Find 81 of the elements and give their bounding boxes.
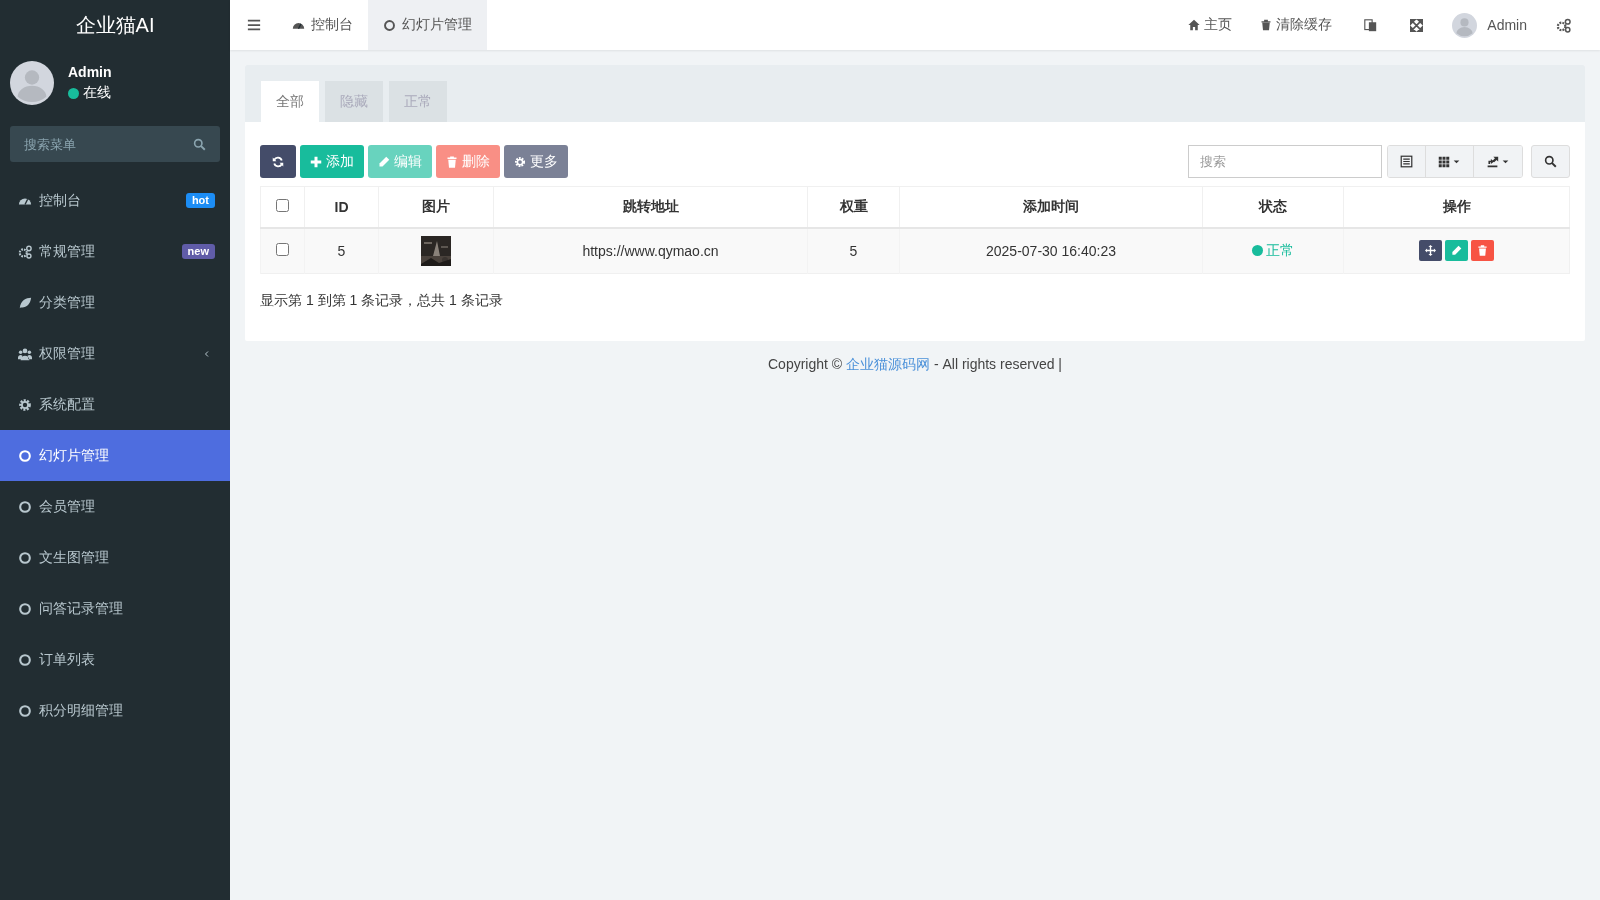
delete-button[interactable]: [1471, 240, 1494, 262]
gear-icon: [18, 397, 32, 412]
menu-item[interactable]: 系统配置: [0, 379, 230, 430]
search-icon: [193, 138, 206, 151]
table-cell: 2025-07-30 16:40:23: [899, 227, 1203, 274]
user-name: Admin: [68, 64, 112, 80]
menu-item[interactable]: 订单列表: [0, 634, 230, 685]
header-link[interactable]: 主页: [1188, 16, 1233, 34]
search-field[interactable]: 搜索菜单: [10, 126, 220, 162]
circle-icon: [18, 703, 32, 718]
menu-item[interactable]: 问答记录管理: [0, 583, 230, 634]
user-status: 在线: [83, 84, 111, 102]
table-cell: 5: [304, 227, 379, 274]
column-header: 操作: [1343, 186, 1570, 228]
more-button[interactable]: 更多: [504, 145, 568, 178]
filter-tab[interactable]: 全部: [261, 81, 319, 122]
user-menu[interactable]: Admin: [1452, 12, 1527, 38]
menu-item[interactable]: 分类管理: [0, 277, 230, 328]
gears-icon: [18, 244, 32, 259]
menu-item[interactable]: 常规管理 new: [0, 226, 230, 277]
circle-icon: [18, 550, 32, 565]
column-header: 权重: [807, 186, 900, 228]
column-header: ID: [304, 186, 379, 228]
menu-item[interactable]: 积分明细管理: [0, 685, 230, 736]
caret-icon: [1501, 157, 1510, 166]
header-link[interactable]: 清除缓存: [1260, 16, 1333, 34]
column-header: 跳转地址: [493, 186, 808, 228]
avatar-icon: [10, 61, 54, 105]
app-logo: 企业猫AI: [75, 12, 155, 38]
column-header: 图片: [378, 186, 494, 228]
circle-icon: [18, 652, 32, 667]
menu-item[interactable]: 文生图管理: [0, 532, 230, 583]
drag-button[interactable]: [1419, 240, 1442, 262]
pencil-icon: [378, 155, 390, 168]
status-label: 正常: [1266, 241, 1294, 260]
pagination-info: 显示第 1 到第 1 条记录，总共 1 条记录: [260, 292, 504, 310]
list-view-button[interactable]: [1388, 146, 1425, 177]
column-header: 添加时间: [899, 186, 1203, 228]
leaf-icon: [18, 295, 32, 310]
menu-badge: hot: [185, 193, 215, 208]
circle-icon: [18, 448, 32, 463]
menu-badge: new: [181, 244, 215, 259]
page-tab[interactable]: 幻灯片管理: [368, 0, 487, 50]
expand-icon: [1410, 18, 1424, 32]
refresh-icon: [272, 155, 284, 168]
select-all-checkbox[interactable]: [276, 198, 289, 212]
home-icon: [1188, 19, 1201, 31]
export-button[interactable]: [1473, 146, 1522, 177]
trash-icon: [1260, 19, 1273, 31]
table-cell: 5: [807, 227, 900, 274]
page-tab[interactable]: 控制台: [277, 0, 368, 50]
menu-item[interactable]: 权限管理: [0, 328, 230, 379]
pencil-icon: [1451, 245, 1462, 257]
move-icon: [1425, 245, 1436, 257]
refresh-button[interactable]: [260, 145, 296, 178]
row-checkbox[interactable]: [276, 242, 289, 256]
search-button[interactable]: [1531, 145, 1570, 178]
menu-item[interactable]: 幻灯片管理: [0, 430, 230, 481]
circle-icon: [18, 499, 32, 514]
plus-icon: [310, 155, 322, 168]
export-icon: [1486, 155, 1499, 168]
trash-icon: [446, 155, 458, 168]
copyright-text: Copyright © 企业猫源码网 - All rights reserved |: [767, 356, 1063, 374]
search-field[interactable]: 搜索: [1188, 145, 1382, 178]
gears-icon: [1556, 17, 1571, 33]
menu-icon: [247, 18, 261, 32]
avatar-icon: [1452, 12, 1478, 38]
circle-icon: [383, 18, 396, 32]
table-cell: https://www.qymao.cn: [493, 227, 808, 274]
columns-button[interactable]: [1425, 146, 1473, 177]
trash-icon: [1477, 245, 1488, 257]
search-icon: [1544, 155, 1557, 168]
column-header: 状态: [1202, 186, 1344, 228]
grid-icon: [1438, 155, 1450, 168]
gear-icon: [514, 155, 526, 168]
users-icon: [18, 346, 32, 361]
circle-icon: [18, 601, 32, 616]
caret-icon: [1452, 157, 1461, 166]
list-icon: [1400, 155, 1413, 168]
menu-item[interactable]: 会员管理: [0, 481, 230, 532]
menu-item[interactable]: 控制台 hot: [0, 175, 230, 226]
